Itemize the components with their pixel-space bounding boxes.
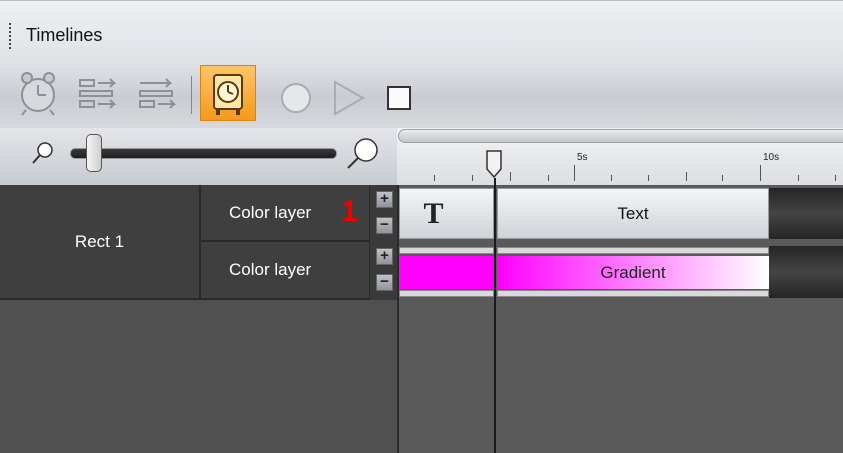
clip-strip [497,247,769,254]
ruler-tick [648,175,649,181]
remove-icon[interactable]: − [376,274,393,291]
ruler-tick [798,175,799,181]
object-name[interactable]: Rect 1 [0,185,201,300]
stop-icon[interactable] [380,65,436,121]
ruler-label-5s: 5s [577,152,588,163]
ruler-tick [548,175,549,181]
autokey-clock-icon[interactable] [200,65,256,121]
zoom-out-icon[interactable] [28,138,58,172]
remove-icon[interactable]: − [376,217,393,234]
zoom-slider-track[interactable] [70,148,337,159]
align-right-icon[interactable] [132,65,188,121]
zoom-slider-thumb[interactable] [86,134,102,172]
playhead-handle[interactable] [485,150,503,178]
toolbar [0,60,843,128]
horizontal-scrollbar[interactable] [398,129,843,143]
text-key-icon[interactable]: T [399,188,494,239]
ruler-tick [760,165,761,181]
layer-row-1-controls: + − [369,185,397,242]
clip-strip [497,290,769,297]
ruler-tick [472,175,473,181]
clip-strip [399,290,494,297]
ruler-tick [574,165,575,181]
add-icon[interactable]: + [376,191,393,208]
text-type-icon: T [423,196,444,230]
track-empty-region [769,246,843,298]
ruler-label-10s: 10s [763,152,780,163]
gradient-clip[interactable]: Gradient [497,256,769,289]
record-icon[interactable] [268,65,324,121]
ruler-tick [510,172,511,181]
ruler-tick [835,175,836,181]
ruler-tick [611,175,612,181]
panel-title: Timelines [26,25,103,45]
title-bar: Timelines [0,0,843,61]
align-left-icon[interactable] [72,65,128,121]
ruler-tick [686,172,687,181]
clip-strip [399,247,494,254]
ruler-tick [434,175,435,181]
grip-handle[interactable] [9,23,11,49]
playhead-line [494,178,496,453]
layer-row-2-label[interactable]: Color layer [201,242,369,300]
text-clip[interactable]: Text [497,188,769,239]
toolbar-separator [191,76,192,114]
gradient-key[interactable] [399,256,494,289]
annotation-badge: 1 [341,195,358,228]
alarm-clock-icon[interactable] [10,65,66,121]
ruler-tick [722,175,723,181]
layer-row-2-controls: + − [369,242,397,300]
zoom-in-icon[interactable] [342,134,382,174]
timelines-panel: Timelines 5s 10s Rect 1 Color layer Colo… [0,0,843,453]
layer-list: Rect 1 Color layer Color layer + − + − [0,185,397,453]
track-empty-region [769,188,843,239]
play-icon[interactable] [325,65,381,121]
add-icon[interactable]: + [376,248,393,265]
